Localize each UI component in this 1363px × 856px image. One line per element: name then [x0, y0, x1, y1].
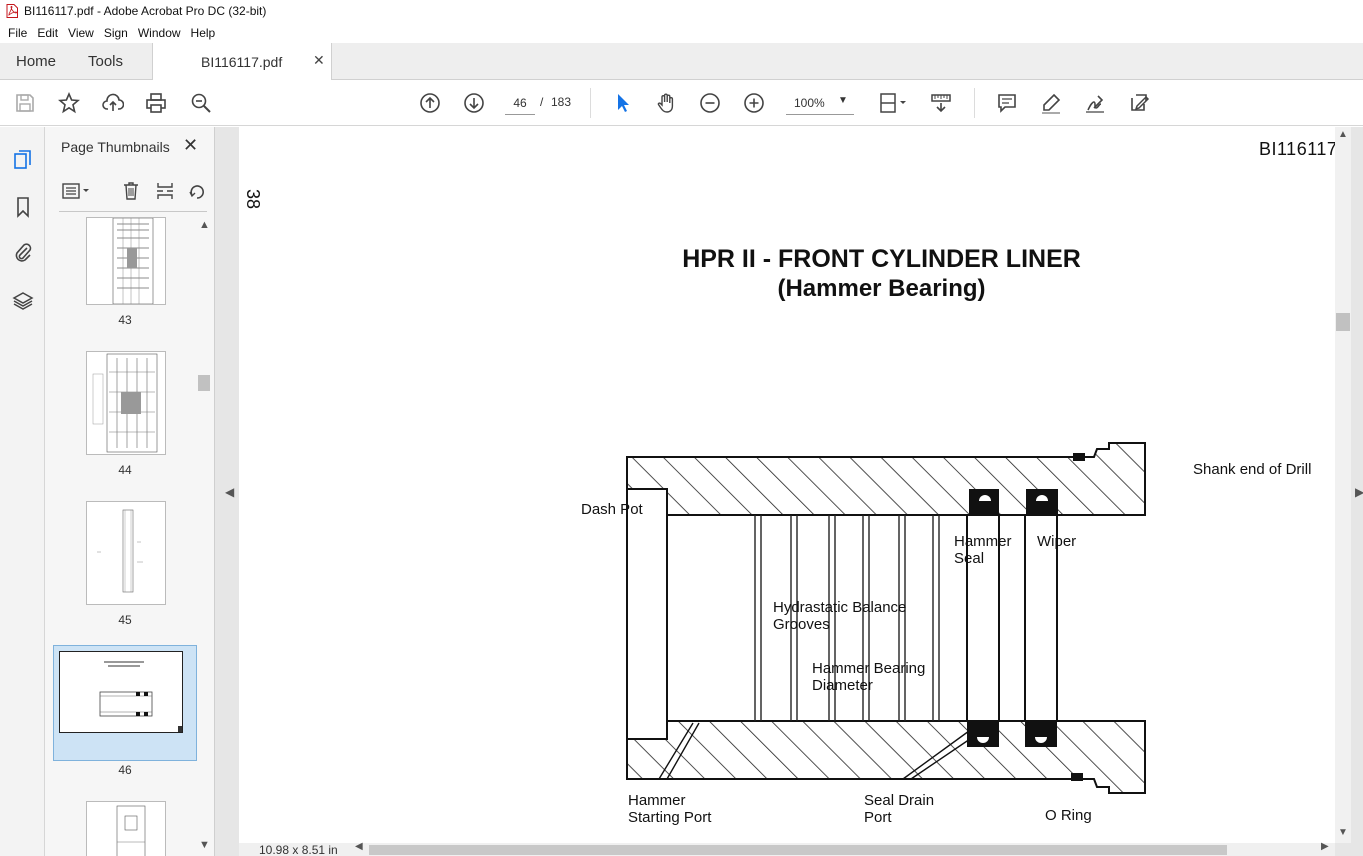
- rotate-page-icon[interactable]: [185, 179, 209, 203]
- select-cursor-icon[interactable]: [609, 90, 635, 116]
- label-o-ring: O Ring: [1045, 807, 1092, 824]
- scroll-down-icon[interactable]: ▼: [199, 839, 210, 851]
- save-icon[interactable]: [12, 90, 38, 116]
- document-area: ◀ ▶ BI116117 38 HPR II - FRONT CYLINDER …: [215, 127, 1363, 856]
- label-dash-pot: Dash Pot: [581, 501, 643, 518]
- zoom-select[interactable]: 100% ▼: [786, 91, 854, 115]
- page-down-icon[interactable]: [461, 90, 487, 116]
- tab-document-label: BI116117.pdf: [201, 54, 283, 70]
- label-hydrastatic-line1: Hydrastatic Balance: [773, 599, 907, 616]
- main-toolbar: / 183 100% ▼: [0, 80, 1363, 126]
- label-hydrastatic-line2: Grooves: [773, 616, 830, 633]
- page-total: 183: [551, 95, 572, 109]
- page-size: 10.98 x 8.51 in: [259, 843, 338, 856]
- page-thumbnails-icon[interactable]: [10, 147, 36, 173]
- thumbnail-page[interactable]: [86, 351, 166, 455]
- scroll-mode-icon[interactable]: [928, 90, 954, 116]
- zoom-in-icon[interactable]: [741, 90, 767, 116]
- hand-icon[interactable]: [653, 90, 679, 116]
- left-rail: [0, 127, 45, 856]
- bookmark-star-icon[interactable]: [56, 90, 82, 116]
- panel-divider: [59, 211, 207, 212]
- cylinder-liner-diagram: [626, 442, 1146, 794]
- page-number-input[interactable]: [505, 91, 535, 115]
- window-title: BI116117.pdf - Adobe Acrobat Pro DC (32-…: [24, 4, 267, 18]
- zoom-out-icon[interactable]: [697, 90, 723, 116]
- label-seal-drain-line1: Seal Drain: [864, 792, 935, 809]
- zoom-value: 100%: [794, 96, 825, 110]
- sign-icon[interactable]: [1082, 90, 1108, 116]
- layers-icon[interactable]: [10, 288, 36, 314]
- collapse-left-icon[interactable]: ◀: [225, 485, 234, 499]
- comment-icon[interactable]: [994, 90, 1020, 116]
- horizontal-scrollbar-thumb[interactable]: [369, 845, 1227, 855]
- toolbar-divider: [590, 88, 591, 118]
- thumbnail-page[interactable]: [59, 651, 183, 733]
- thumbnails-panel: Page Thumbnails ✕ 43 44 45 46 ▲ ▼: [45, 127, 215, 856]
- menu-view[interactable]: View: [63, 26, 99, 40]
- panel-toolbar: [57, 179, 209, 203]
- scrollbar-thumb[interactable]: [1336, 313, 1350, 331]
- thumbnail-page[interactable]: [86, 501, 166, 605]
- menu-sign[interactable]: Sign: [99, 26, 133, 40]
- thumbnail-label: 45: [118, 613, 132, 627]
- tab-bar: Home Tools BI116117.pdf ✕: [0, 43, 1363, 80]
- tab-home[interactable]: Home: [16, 53, 56, 70]
- attachments-icon[interactable]: [10, 239, 36, 265]
- search-zoom-icon[interactable]: [188, 90, 214, 116]
- menu-help[interactable]: Help: [186, 26, 221, 40]
- bookmarks-icon[interactable]: [10, 194, 36, 220]
- page-up-icon[interactable]: [417, 90, 443, 116]
- label-bearing-diameter-line2: Diameter: [812, 677, 873, 694]
- thumbnail-label: 46: [118, 763, 132, 777]
- panel-title: Page Thumbnails: [61, 139, 170, 155]
- scroll-up-icon[interactable]: ▲: [199, 219, 210, 231]
- thumbnail-label: 43: [118, 313, 132, 327]
- thumbnail-list: 43 44 45 46: [45, 217, 197, 856]
- edit-pdf-icon[interactable]: [1126, 90, 1152, 116]
- thumbnail-options-icon[interactable]: [59, 179, 93, 203]
- chevron-down-icon: ▼: [838, 95, 848, 106]
- pdf-file-icon: [6, 4, 18, 18]
- label-starting-port-line1: Hammer: [628, 792, 686, 809]
- close-panel-icon[interactable]: ✕: [183, 135, 198, 156]
- thumbnail-scrollbar[interactable]: ▲ ▼: [197, 219, 211, 856]
- tab-tools[interactable]: Tools: [88, 53, 123, 70]
- delete-page-icon[interactable]: [119, 179, 143, 203]
- label-starting-port-line2: Starting Port: [628, 809, 712, 826]
- scroll-right-icon[interactable]: ▶: [1321, 841, 1329, 852]
- thumbnail-label: 44: [118, 463, 132, 477]
- label-bearing-diameter-line1: Hammer Bearing: [812, 660, 926, 677]
- label-hammer-seal-line1: Hammer: [954, 533, 1012, 550]
- print-icon[interactable]: [143, 90, 169, 116]
- scroll-up-icon[interactable]: ▲: [1338, 129, 1348, 140]
- document-vertical-scrollbar[interactable]: ▲ ▼: [1335, 127, 1351, 843]
- status-bar: 10.98 x 8.51 in ◀ ▶: [239, 841, 1335, 856]
- scroll-down-icon[interactable]: ▼: [1338, 827, 1348, 838]
- title-bar: BI116117.pdf - Adobe Acrobat Pro DC (32-…: [0, 0, 1363, 22]
- label-shank-end: Shank end of Drill: [1193, 461, 1312, 478]
- menu-window[interactable]: Window: [133, 26, 186, 40]
- label-hammer-seal-line2: Seal: [954, 550, 985, 567]
- thumbnail-page[interactable]: [86, 801, 166, 856]
- pdf-page: BI116117 38 HPR II - FRONT CYLINDER LINE…: [239, 127, 1335, 843]
- tab-document[interactable]: BI116117.pdf ✕: [152, 43, 332, 80]
- collapse-right-icon[interactable]: ▶: [1355, 485, 1363, 499]
- page-separator: /: [540, 95, 544, 109]
- label-seal-drain-line2: Port: [864, 809, 892, 826]
- scrollbar-thumb[interactable]: [198, 375, 210, 391]
- menu-bar: File Edit View Sign Window Help: [0, 22, 1363, 43]
- scroll-left-icon[interactable]: ◀: [355, 841, 363, 852]
- label-wiper: Wiper: [1037, 533, 1077, 550]
- menu-file[interactable]: File: [3, 26, 32, 40]
- toolbar-divider: [974, 88, 975, 118]
- thumbnail-page[interactable]: [86, 217, 166, 305]
- highlight-icon[interactable]: [1038, 90, 1064, 116]
- insert-page-icon[interactable]: [153, 179, 177, 203]
- page-fit-icon[interactable]: [875, 90, 911, 116]
- upload-icon[interactable]: [100, 90, 126, 116]
- close-tab-icon[interactable]: ✕: [313, 52, 325, 69]
- menu-edit[interactable]: Edit: [32, 26, 63, 40]
